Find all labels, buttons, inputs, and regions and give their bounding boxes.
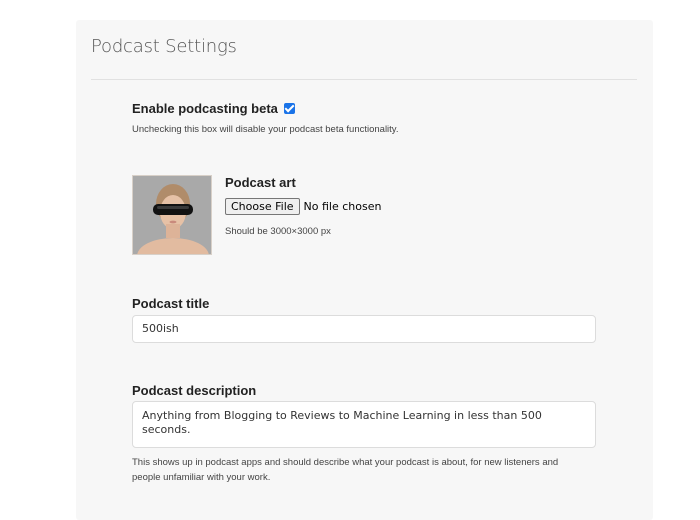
description-help: This shows up in podcast apps and should…: [132, 455, 558, 485]
description-help-line-1: This shows up in podcast apps and should…: [132, 457, 559, 468]
portrait-image: [133, 176, 211, 254]
podcast-description-textarea[interactable]: Anything from Blogging to Reviews to Mac…: [132, 401, 596, 448]
description-section: Podcast description: [132, 383, 256, 398]
file-status: No file chosen: [303, 200, 382, 213]
beta-help: Unchecking this box will disable your po…: [132, 124, 399, 135]
beta-checkbox[interactable]: [283, 103, 295, 114]
description-help-line-2: people unfamiliar with your work.: [132, 472, 271, 483]
file-input: Choose File No file chosen: [225, 197, 381, 215]
beta-label: Enable podcasting beta: [132, 101, 278, 116]
title-divider: [91, 79, 637, 80]
art-help: Should be 3000×3000 px: [225, 226, 331, 237]
title-section: Podcast title: [132, 296, 209, 311]
podcast-art-thumbnail: [132, 175, 212, 255]
panel-title: Podcast Settings: [91, 36, 237, 57]
choose-file-button[interactable]: Choose File: [225, 198, 300, 215]
art-upload-section: Podcast art Choose File No file chosen Sh…: [225, 175, 381, 239]
beta-section: Enable podcasting beta Unchecking this b…: [132, 100, 399, 137]
description-label: Podcast description: [132, 383, 257, 398]
art-label: Podcast art: [225, 175, 296, 190]
podcast-title-input[interactable]: 500ish: [132, 315, 596, 343]
podcast-settings-panel: Podcast Settings Enable podcasting beta …: [76, 20, 653, 520]
title-label: Podcast title: [132, 296, 210, 311]
